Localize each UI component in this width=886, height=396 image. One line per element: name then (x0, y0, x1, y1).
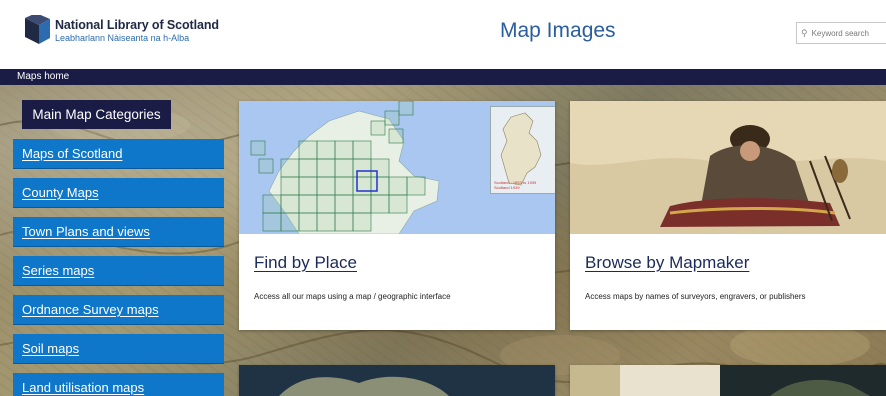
lower-card-left[interactable] (239, 365, 555, 396)
find-by-place-link[interactable]: Find by Place (254, 253, 357, 273)
inset-legend: Scotland : 1853 to 1939 Scotland 1939 (494, 180, 537, 190)
logo-title: National Library of Scotland (55, 18, 219, 33)
lower-card-right[interactable] (570, 365, 886, 396)
map-collage-thumbnail (570, 365, 886, 396)
menu-item-county-maps[interactable]: County Maps (13, 178, 224, 208)
menu-item-town-plans[interactable]: Town Plans and views (13, 217, 224, 247)
menu-item-soil-maps[interactable]: Soil maps (13, 334, 224, 364)
nls-logo[interactable]: National Library of Scotland Leabharlann… (22, 14, 252, 48)
nls-logo-icon (25, 15, 50, 44)
search-input[interactable]: ⚲ Keyword search (796, 22, 886, 44)
menu-item-series-maps[interactable]: Series maps (13, 256, 224, 286)
categories-heading: Main Map Categories (22, 100, 171, 129)
search-placeholder: Keyword search (811, 28, 869, 38)
page-title: Map Images (500, 19, 616, 42)
satellite-map-thumbnail (239, 365, 555, 396)
search-icon: ⚲ (801, 27, 808, 38)
find-by-place-card[interactable]: Scotland : 1853 to 1939 Scotland 1939 Fi… (239, 101, 555, 330)
category-menu: Maps of Scotland County Maps Town Plans … (13, 139, 224, 396)
find-by-place-description: Access all our maps using a map / geogra… (254, 292, 451, 301)
engraver-illustration (570, 101, 886, 234)
breadcrumb: Maps home (0, 69, 886, 85)
menu-item-ordnance-survey[interactable]: Ordnance Survey maps (13, 295, 224, 325)
browse-by-mapmaker-description: Access maps by names of surveyors, engra… (585, 292, 806, 301)
browse-by-mapmaker-link[interactable]: Browse by Mapmaker (585, 253, 749, 273)
site-header: National Library of Scotland Leabharlann… (0, 0, 886, 69)
breadcrumb-maps-home[interactable]: Maps home (17, 71, 69, 82)
menu-item-land-utilisation[interactable]: Land utilisation maps (13, 373, 224, 396)
browse-by-mapmaker-thumbnail[interactable] (570, 101, 886, 234)
find-by-place-thumbnail[interactable]: Scotland : 1853 to 1939 Scotland 1939 (239, 101, 555, 234)
overview-inset-map: Scotland : 1853 to 1939 Scotland 1939 (490, 106, 555, 194)
menu-item-maps-of-scotland[interactable]: Maps of Scotland (13, 139, 224, 169)
browse-by-mapmaker-card[interactable]: Browse by Mapmaker Access maps by names … (570, 101, 886, 330)
logo-subtitle: Leabharlann Nàiseanta na h-Alba (55, 32, 190, 43)
